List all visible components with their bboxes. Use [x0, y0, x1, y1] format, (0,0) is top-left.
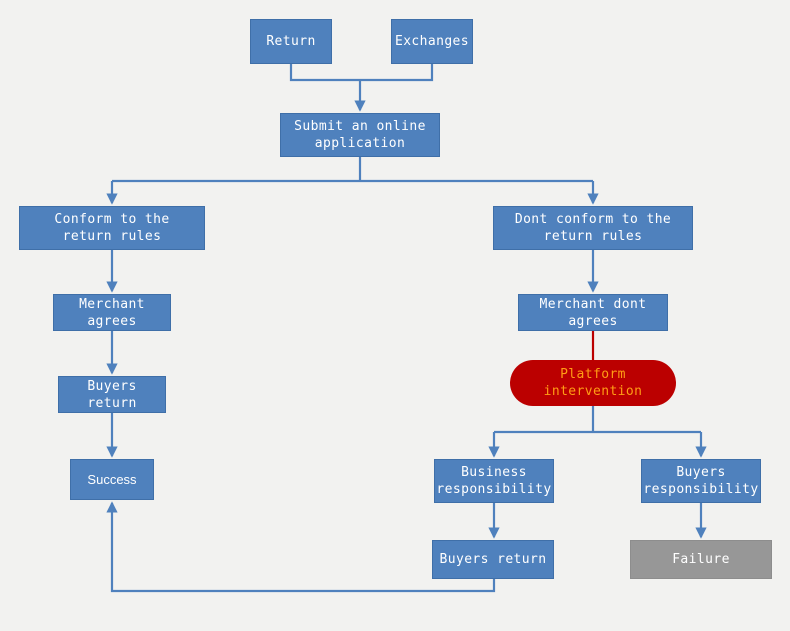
node-merchant-agrees[interactable]: Merchant agrees — [53, 294, 171, 331]
node-return[interactable]: Return — [250, 19, 332, 64]
node-failure[interactable]: Failure — [630, 540, 772, 579]
node-success[interactable]: Success — [70, 459, 154, 500]
node-buyers-return-left[interactable]: Buyers return — [58, 376, 166, 413]
flowchart-canvas: Return Exchanges Submit an online applic… — [0, 0, 790, 631]
node-merchant-dont-agrees[interactable]: Merchant dont agrees — [518, 294, 668, 331]
node-submit-online-application[interactable]: Submit an online application — [280, 113, 440, 157]
node-buyers-return-bottom[interactable]: Buyers return — [432, 540, 554, 579]
edge-exchanges-to-junction — [360, 64, 434, 82]
node-exchanges[interactable]: Exchanges — [391, 19, 473, 64]
node-dont-conform-to-return-rules[interactable]: Dont conform to the return rules — [493, 206, 693, 250]
node-buyers-responsibility[interactable]: Buyers responsibility — [641, 459, 761, 503]
edge-return-to-junction — [289, 64, 360, 82]
node-platform-intervention[interactable]: Platform intervention — [510, 360, 676, 406]
node-conform-to-return-rules[interactable]: Conform to the return rules — [19, 206, 205, 250]
node-business-responsibility[interactable]: Business responsibility — [434, 459, 554, 503]
